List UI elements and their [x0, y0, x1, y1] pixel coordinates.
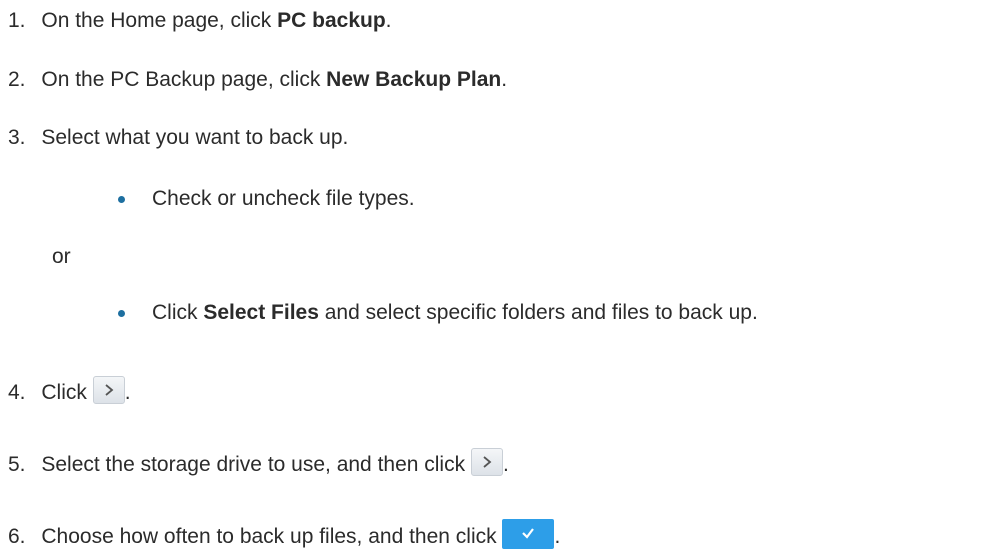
bullet-text: Click — [152, 301, 204, 324]
step-text: On the Home page, click — [41, 9, 278, 32]
step-number: 6. — [8, 525, 26, 548]
step-6: 6. Choose how often to back up files, an… — [8, 519, 561, 549]
step-number: 4. — [8, 381, 26, 404]
step-text: Click — [41, 381, 93, 404]
step-number: 5. — [8, 453, 26, 476]
step-punct: . — [385, 9, 392, 32]
next-button-image — [470, 448, 503, 476]
step-2: 2. On the PC Backup page, click New Back… — [8, 66, 507, 94]
or-text: or — [52, 245, 71, 268]
step-5: 5. Select the storage drive to use, and … — [8, 448, 509, 476]
ui-term: New Backup Plan — [326, 68, 502, 91]
chevron-right-icon — [483, 456, 492, 468]
bullet-point — [118, 310, 125, 317]
bullet-item-file-types: Check or uncheck file types. — [152, 185, 415, 213]
step-3: 3. Select what you want to back up. — [8, 124, 348, 152]
bullet-item-select-files: Click Select Files and select specific f… — [152, 299, 758, 327]
next-button-image — [92, 376, 125, 404]
checkmark-icon — [522, 528, 535, 539]
step-punct: . — [124, 381, 131, 404]
ui-term: PC backup — [277, 9, 386, 32]
step-4: 4. Click . — [8, 376, 131, 404]
ui-term: Select Files — [203, 301, 319, 324]
step-text: Select the storage drive to use, and the… — [41, 453, 471, 476]
step-text: Select what you want to back up. — [41, 126, 349, 149]
instructions-document: 1. On the Home page, click PC backup. 2.… — [0, 0, 998, 559]
chevron-right-icon — [105, 384, 114, 396]
bullet-text: and select specific folders and files to… — [318, 301, 758, 324]
step-text: On the PC Backup page, click — [41, 68, 327, 91]
step-punct: . — [554, 525, 561, 548]
step-number: 3. — [8, 126, 26, 149]
step-number: 2. — [8, 68, 26, 91]
bullet-point — [118, 196, 125, 203]
step-punct: . — [502, 453, 509, 476]
bullet-text: Check or uncheck file types. — [152, 187, 415, 210]
step-text: Choose how often to back up files, and t… — [41, 525, 503, 548]
or-separator: or — [52, 243, 71, 271]
step-1: 1. On the Home page, click PC backup. — [8, 7, 392, 35]
step-punct: . — [501, 68, 508, 91]
step-number: 1. — [8, 9, 26, 32]
confirm-button-image — [502, 519, 555, 549]
